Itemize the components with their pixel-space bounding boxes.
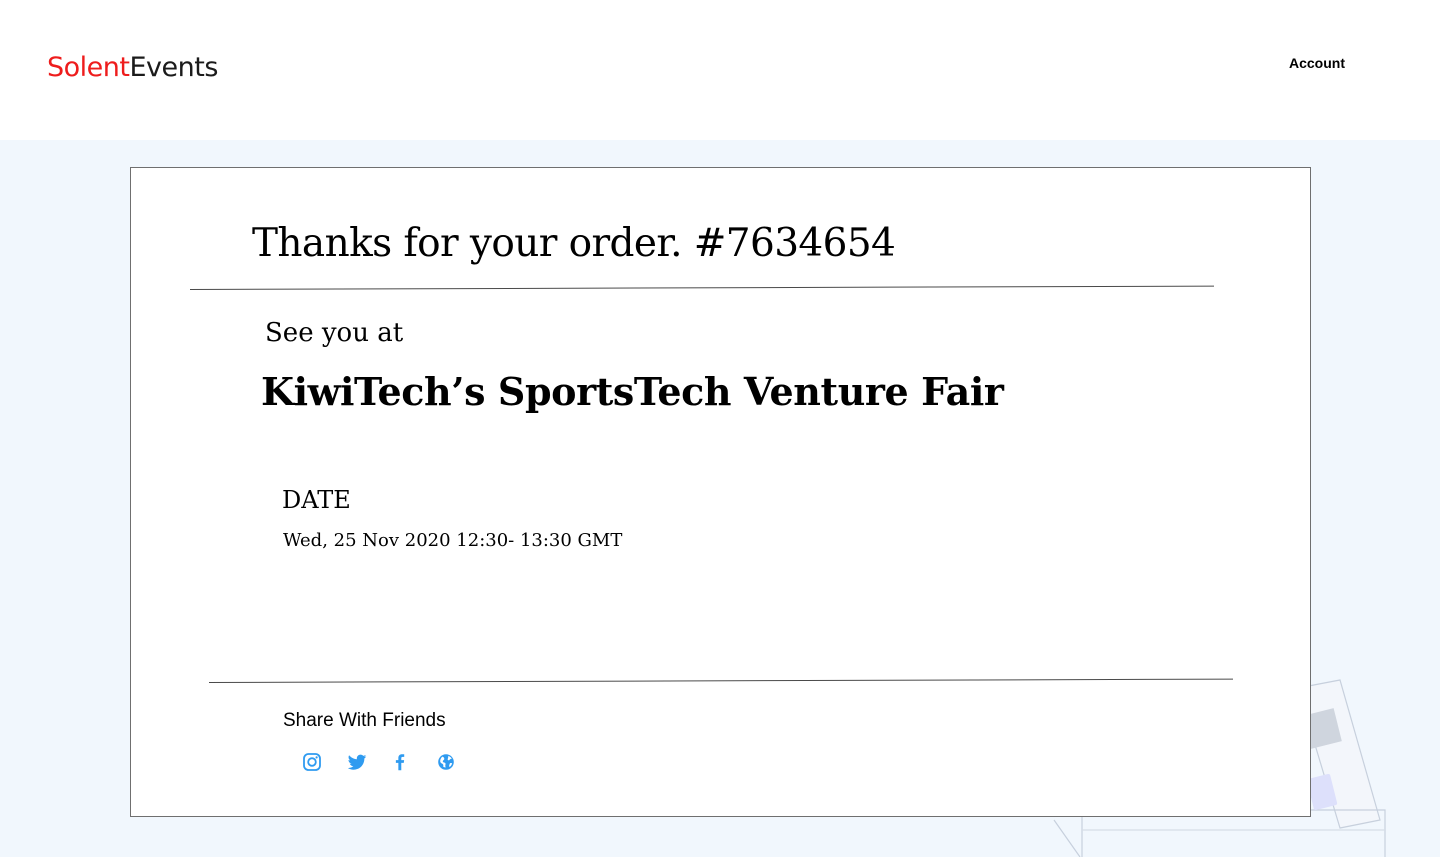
event-date-time: Wed, 25 Nov 2020 12:30- 13:30 GMT — [283, 530, 623, 551]
twitter-share-button[interactable] — [346, 751, 368, 773]
instagram-share-button[interactable] — [301, 751, 323, 773]
logo-suffix-text: Events — [129, 52, 218, 83]
twitter-icon — [346, 751, 368, 773]
logo-brand-text: Solent — [47, 52, 130, 83]
order-confirmation-panel: Thanks for your order. #7634654 See you … — [130, 167, 1311, 817]
share-with-friends-label: Share With Friends — [283, 710, 446, 731]
see-you-at-text: See you at — [265, 318, 404, 348]
facebook-icon — [389, 751, 411, 773]
facebook-share-button[interactable] — [389, 751, 411, 773]
top-navigation-bar: SolentEvents Account — [0, 0, 1440, 140]
date-label: DATE — [282, 486, 351, 514]
order-confirmation-title: Thanks for your order. #7634654 — [252, 221, 896, 266]
solent-events-logo[interactable]: SolentEvents — [47, 52, 218, 84]
website-share-button[interactable] — [435, 751, 457, 773]
instagram-icon — [301, 751, 323, 773]
account-link[interactable]: Account — [1289, 55, 1345, 71]
event-name: KiwiTech’s SportsTech Venture Fair — [261, 369, 1004, 414]
globe-icon — [435, 751, 457, 773]
title-divider — [189, 285, 1214, 290]
share-divider — [208, 678, 1233, 683]
